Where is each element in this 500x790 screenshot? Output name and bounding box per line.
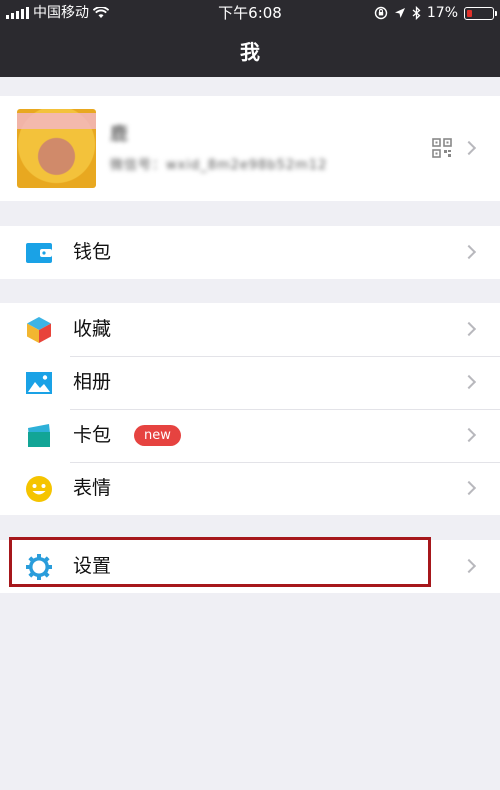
profile-name: 鹿 — [110, 124, 128, 145]
wallet-group: 钱包 — [0, 226, 500, 279]
menu-item-label: 卡包 — [73, 424, 112, 446]
page-title: 我 — [240, 40, 260, 64]
chevron-right-icon — [461, 140, 477, 156]
menu-item-label: 设置 — [73, 555, 112, 577]
avatar[interactable] — [17, 109, 96, 188]
menu-item-label: 相册 — [73, 371, 112, 393]
chevron-right-icon — [461, 244, 477, 260]
chevron-right-icon — [461, 374, 477, 390]
chevron-right-icon — [461, 321, 477, 337]
top-bar: 中国移动 下午6:08 17% 我 — [0, 0, 500, 77]
chevron-right-icon — [461, 427, 477, 443]
menu-item-label: 钱包 — [73, 241, 112, 263]
wechat-id: 微信号：wxid_8m2e98b52m12 — [110, 158, 328, 173]
qr-code-icon[interactable] — [432, 138, 452, 158]
gear-icon — [26, 554, 52, 580]
orientation-lock-icon — [374, 6, 388, 20]
chevron-right-icon — [461, 558, 477, 574]
status-right: 17% — [374, 0, 497, 26]
new-badge: new — [134, 425, 181, 446]
settings-group: 设置 — [0, 540, 500, 593]
menu-item-stickers[interactable]: 表情 — [0, 462, 500, 515]
profile-card[interactable]: 鹿 微信号：wxid_8m2e98b52m12 — [0, 96, 500, 201]
menu-item-cards[interactable]: 卡包 new — [0, 409, 500, 462]
chevron-right-icon — [461, 480, 477, 496]
wallet-icon — [26, 243, 52, 263]
features-group: 收藏 相册 卡包 new 表情 — [0, 303, 500, 515]
favorites-cube-icon — [27, 317, 51, 343]
menu-item-settings[interactable]: 设置 — [0, 540, 500, 593]
battery-icon — [464, 6, 497, 20]
menu-item-wallet[interactable]: 钱包 — [0, 226, 500, 279]
location-icon — [394, 8, 405, 18]
menu-item-album[interactable]: 相册 — [0, 356, 500, 409]
bluetooth-icon — [412, 6, 421, 20]
album-picture-icon — [26, 372, 52, 394]
menu-item-favorites[interactable]: 收藏 — [0, 303, 500, 356]
battery-percent: 17% — [426, 5, 458, 21]
menu-item-label: 收藏 — [73, 318, 112, 340]
menu-item-label: 表情 — [73, 477, 112, 499]
status-bar: 中国移动 下午6:08 17% — [0, 0, 500, 26]
smiley-icon — [26, 476, 52, 502]
card-wallet-icon — [28, 424, 50, 447]
